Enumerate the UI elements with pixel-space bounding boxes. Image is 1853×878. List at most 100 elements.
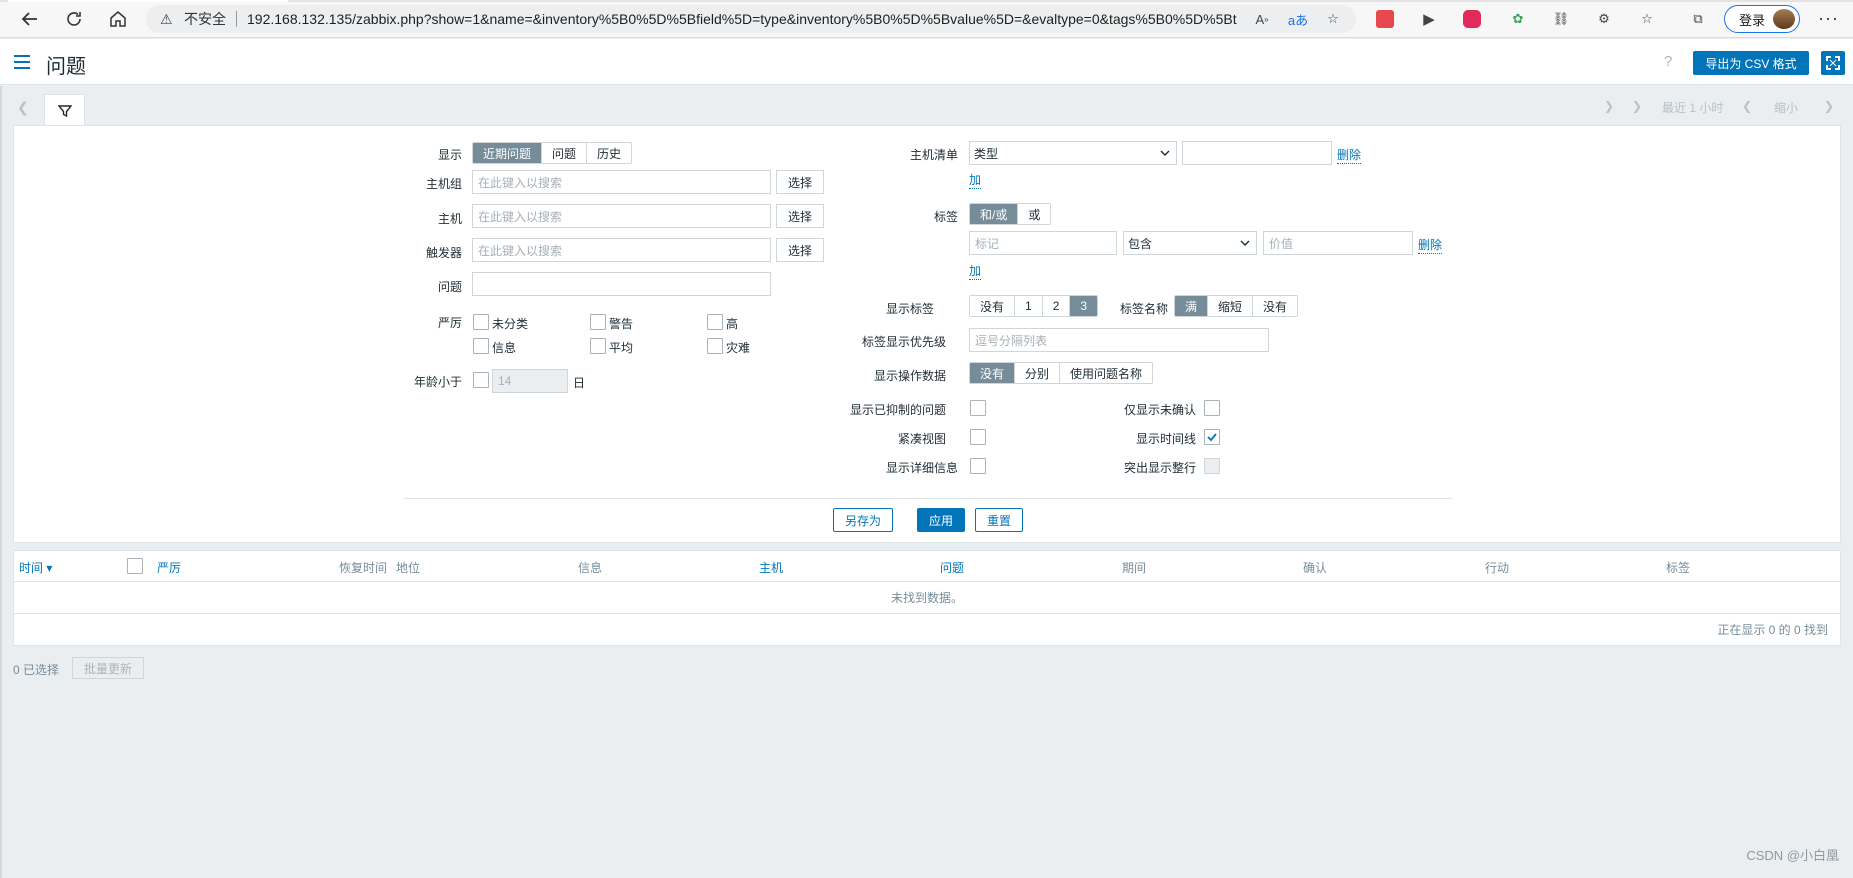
- column-header-host[interactable]: 主机: [759, 559, 783, 576]
- home-icon[interactable]: [104, 6, 132, 32]
- triggers-select-button[interactable]: 选择: [776, 238, 824, 262]
- tag-remove-link[interactable]: 删除: [1418, 236, 1443, 254]
- menu-icon[interactable]: [14, 55, 30, 69]
- tag-priority-label: 标签显示优先级: [862, 335, 947, 349]
- show-option-history[interactable]: 历史: [587, 143, 632, 163]
- show-tags-3[interactable]: 3: [1070, 296, 1098, 316]
- extension-icon[interactable]: [1463, 10, 1481, 28]
- inventory-field-select[interactable]: 类型: [969, 141, 1177, 165]
- inventory-remove-link[interactable]: 删除: [1337, 146, 1362, 164]
- address-bar[interactable]: ⚠ 不安全 192.168.132.135/zabbix.php?show=1&…: [146, 5, 1356, 33]
- chevron-down-icon[interactable]: ❯: [1604, 99, 1614, 113]
- more-icon[interactable]: ···: [1818, 8, 1839, 29]
- collections-icon[interactable]: ⧉: [1687, 8, 1709, 30]
- operational-with-problem[interactable]: 使用问题名称: [1060, 363, 1153, 383]
- highlight-row-checkbox[interactable]: [1204, 458, 1220, 474]
- show-option-problems[interactable]: 问题: [542, 143, 588, 163]
- show-suppressed-checkbox[interactable]: [970, 400, 986, 416]
- show-details-checkbox[interactable]: [970, 458, 986, 474]
- show-tags-1[interactable]: 1: [1015, 296, 1043, 316]
- column-header-duration: 期间: [1122, 561, 1147, 575]
- show-timeline-checkbox[interactable]: [1204, 429, 1220, 445]
- translate-icon[interactable]: a͏あ: [1287, 8, 1309, 30]
- apply-button[interactable]: 应用: [917, 508, 965, 532]
- tag-operator-select[interactable]: 包含: [1123, 231, 1257, 255]
- favorite-icon[interactable]: ☆: [1322, 8, 1344, 30]
- show-label: 显示: [438, 148, 463, 162]
- filter-tab[interactable]: [44, 94, 85, 126]
- compact-view-checkbox[interactable]: [970, 429, 986, 445]
- save-as-button[interactable]: 另存为: [833, 508, 893, 532]
- hosts-select-button[interactable]: 选择: [776, 204, 824, 228]
- severity-checkbox[interactable]: [590, 338, 606, 354]
- severity-checkbox[interactable]: [590, 314, 606, 330]
- highlight-row-label: 突出显示整行: [1124, 461, 1197, 475]
- tag-name-input[interactable]: 标记: [969, 231, 1117, 255]
- problem-input[interactable]: [472, 272, 771, 296]
- tag-name-full[interactable]: 满: [1175, 296, 1209, 316]
- host-groups-input[interactable]: 在此键入以搜索: [472, 170, 771, 194]
- export-csv-button[interactable]: 导出为 CSV 格式: [1693, 51, 1809, 75]
- unacknowledged-checkbox[interactable]: [1204, 400, 1220, 416]
- host-groups-select-button[interactable]: 选择: [776, 170, 824, 194]
- extension-icon[interactable]: [1376, 10, 1394, 28]
- tag-name-none[interactable]: 没有: [1253, 296, 1298, 316]
- hosts-input[interactable]: 在此键入以搜索: [472, 204, 771, 228]
- reset-button[interactable]: 重置: [975, 508, 1023, 532]
- tag-priority-input[interactable]: 逗号分隔列表: [969, 328, 1269, 352]
- read-aloud-icon[interactable]: A»: [1251, 8, 1273, 30]
- inventory-value-input[interactable]: [1182, 141, 1332, 165]
- operational-separately[interactable]: 分别: [1015, 363, 1061, 383]
- favorites-icon[interactable]: ☆: [1636, 8, 1658, 30]
- extension-icon[interactable]: ✿: [1507, 8, 1529, 30]
- severity-option-label: 警告: [609, 317, 634, 331]
- watermark: CSDN @小白凰: [1746, 848, 1839, 863]
- tags-eval-or[interactable]: 或: [1018, 204, 1051, 224]
- show-tags-2[interactable]: 2: [1042, 296, 1071, 316]
- time-period-label[interactable]: 最近 1 小时: [1662, 99, 1723, 116]
- show-toggle: 近期问题 问题 历史: [472, 142, 633, 164]
- zoom-out-button[interactable]: 缩小: [1774, 99, 1798, 116]
- play-icon[interactable]: ▶: [1418, 8, 1440, 30]
- tabs-prev-icon[interactable]: ❮: [17, 99, 29, 116]
- severity-checkbox[interactable]: [707, 314, 723, 330]
- age-input[interactable]: 14: [492, 369, 568, 393]
- severity-checkbox[interactable]: [473, 314, 489, 330]
- tag-name-shortened[interactable]: 缩短: [1208, 296, 1254, 316]
- select-all-checkbox[interactable]: [127, 558, 143, 574]
- tag-value-input[interactable]: 价值: [1263, 231, 1413, 255]
- extension-icon[interactable]: ⛓: [1550, 8, 1572, 30]
- url-text[interactable]: 192.168.132.135/zabbix.php?show=1&name=&…: [247, 11, 1237, 27]
- tag-add-link[interactable]: 加: [969, 262, 982, 280]
- time-prev-icon[interactable]: ❮: [1742, 99, 1752, 113]
- login-button[interactable]: 登录: [1724, 5, 1800, 33]
- tabs-next-icon[interactable]: ❯: [1632, 99, 1642, 113]
- show-suppressed-label: 显示已抑制的问题: [850, 403, 947, 417]
- column-header-tags: 标签: [1666, 561, 1691, 575]
- refresh-icon[interactable]: [60, 6, 88, 32]
- inventory-add-link[interactable]: 加: [969, 171, 982, 189]
- time-next-icon[interactable]: ❯: [1824, 99, 1834, 113]
- show-option-recent[interactable]: 近期问题: [473, 143, 543, 163]
- page-header: 问题 ? 导出为 CSV 格式: [0, 39, 1853, 85]
- show-tags-none[interactable]: 没有: [970, 296, 1016, 316]
- paging-info: 正在显示 0 的 0 找到: [1717, 623, 1828, 637]
- severity-checkbox[interactable]: [473, 338, 489, 354]
- column-header-severity[interactable]: 严厉: [157, 559, 181, 576]
- problems-table: 时间 ▾ 严厉 恢复时间 地位 信息 主机 问题 期间 确认 行动 标签 未找到…: [13, 550, 1841, 646]
- mass-update-button[interactable]: 批量更新: [72, 657, 144, 679]
- column-header-time[interactable]: 时间 ▾: [19, 559, 52, 576]
- fullscreen-icon: [1826, 56, 1840, 70]
- triggers-input[interactable]: 在此键入以搜索: [472, 238, 771, 262]
- tags-label: 标签: [934, 210, 959, 224]
- column-header-problem[interactable]: 问题: [940, 559, 964, 576]
- severity-option-label: 未分类: [492, 317, 529, 331]
- severity-checkbox[interactable]: [707, 338, 723, 354]
- age-checkbox[interactable]: [473, 372, 489, 388]
- fullscreen-button[interactable]: [1821, 51, 1845, 75]
- tags-eval-and-or[interactable]: 和/或: [970, 204, 1019, 224]
- operational-none[interactable]: 没有: [970, 363, 1016, 383]
- help-icon[interactable]: ?: [1664, 53, 1672, 70]
- back-icon[interactable]: [16, 6, 44, 32]
- extensions-icon[interactable]: ⚙: [1593, 8, 1615, 30]
